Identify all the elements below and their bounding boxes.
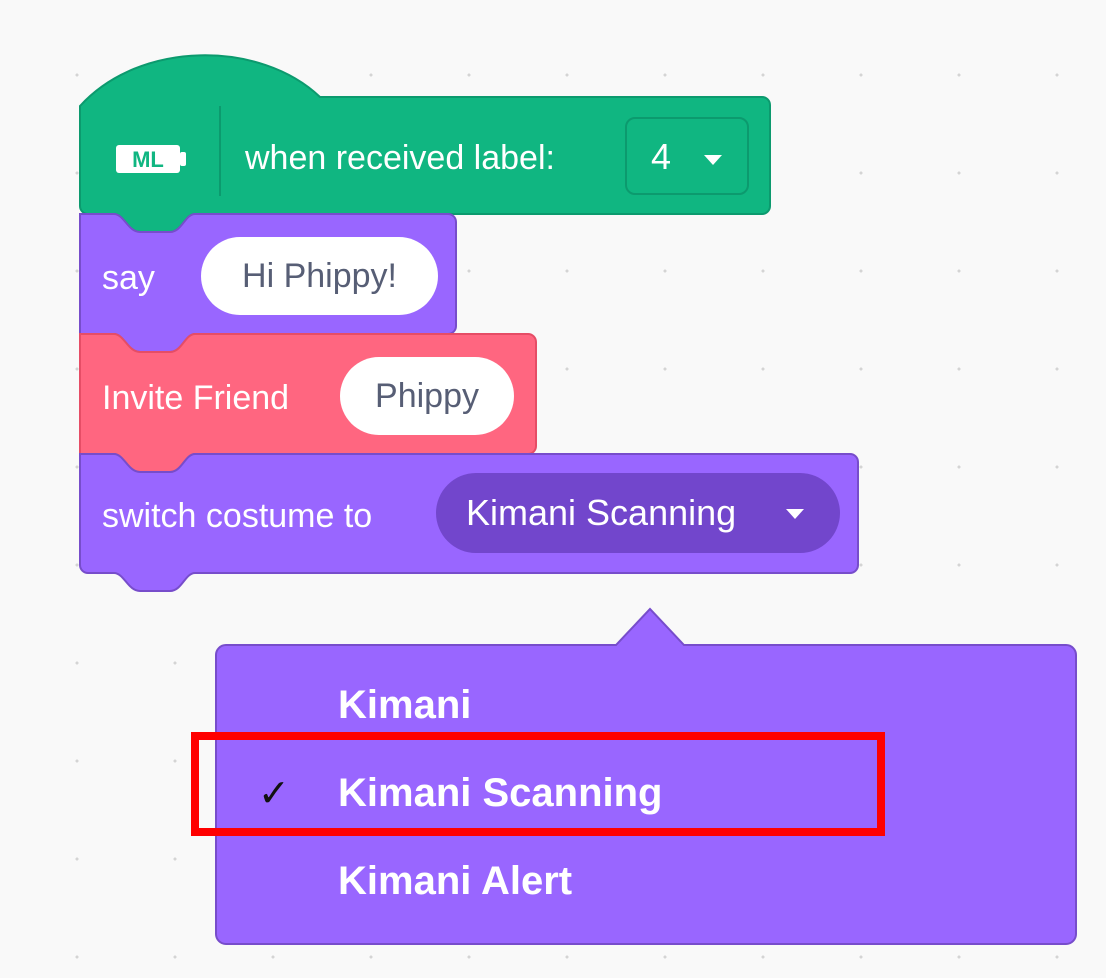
- svg-text:ML: ML: [132, 147, 164, 172]
- friend-name-input[interactable]: Phippy: [340, 357, 514, 435]
- invite-friend-label: Invite Friend: [102, 379, 290, 417]
- costume-dropdown[interactable]: Kimani Scanning: [436, 473, 840, 553]
- label-dropdown-value: 4: [651, 136, 672, 177]
- label-dropdown[interactable]: 4: [625, 117, 749, 195]
- switch-costume-label: switch costume to: [102, 497, 373, 535]
- menu-item-label: Kimani: [338, 683, 472, 727]
- costume-dropdown-value: Kimani Scanning: [466, 492, 737, 533]
- say-label: say: [102, 259, 155, 297]
- menu-item-kimani-alert[interactable]: Kimani Alert: [218, 840, 1074, 922]
- hat-block-divider: [219, 106, 221, 196]
- selection-highlight-box: [191, 732, 885, 836]
- when-received-label-text: when received label:: [245, 139, 555, 177]
- script-stack: ML when received label: 4 say Hi Phippy!…: [0, 0, 1106, 978]
- say-message-input[interactable]: Hi Phippy!: [201, 237, 438, 315]
- menu-item-label: Kimani Alert: [338, 859, 573, 903]
- ml-extension-icon: ML: [116, 145, 186, 173]
- chevron-down-icon: [786, 509, 804, 519]
- chevron-down-icon: [704, 155, 722, 165]
